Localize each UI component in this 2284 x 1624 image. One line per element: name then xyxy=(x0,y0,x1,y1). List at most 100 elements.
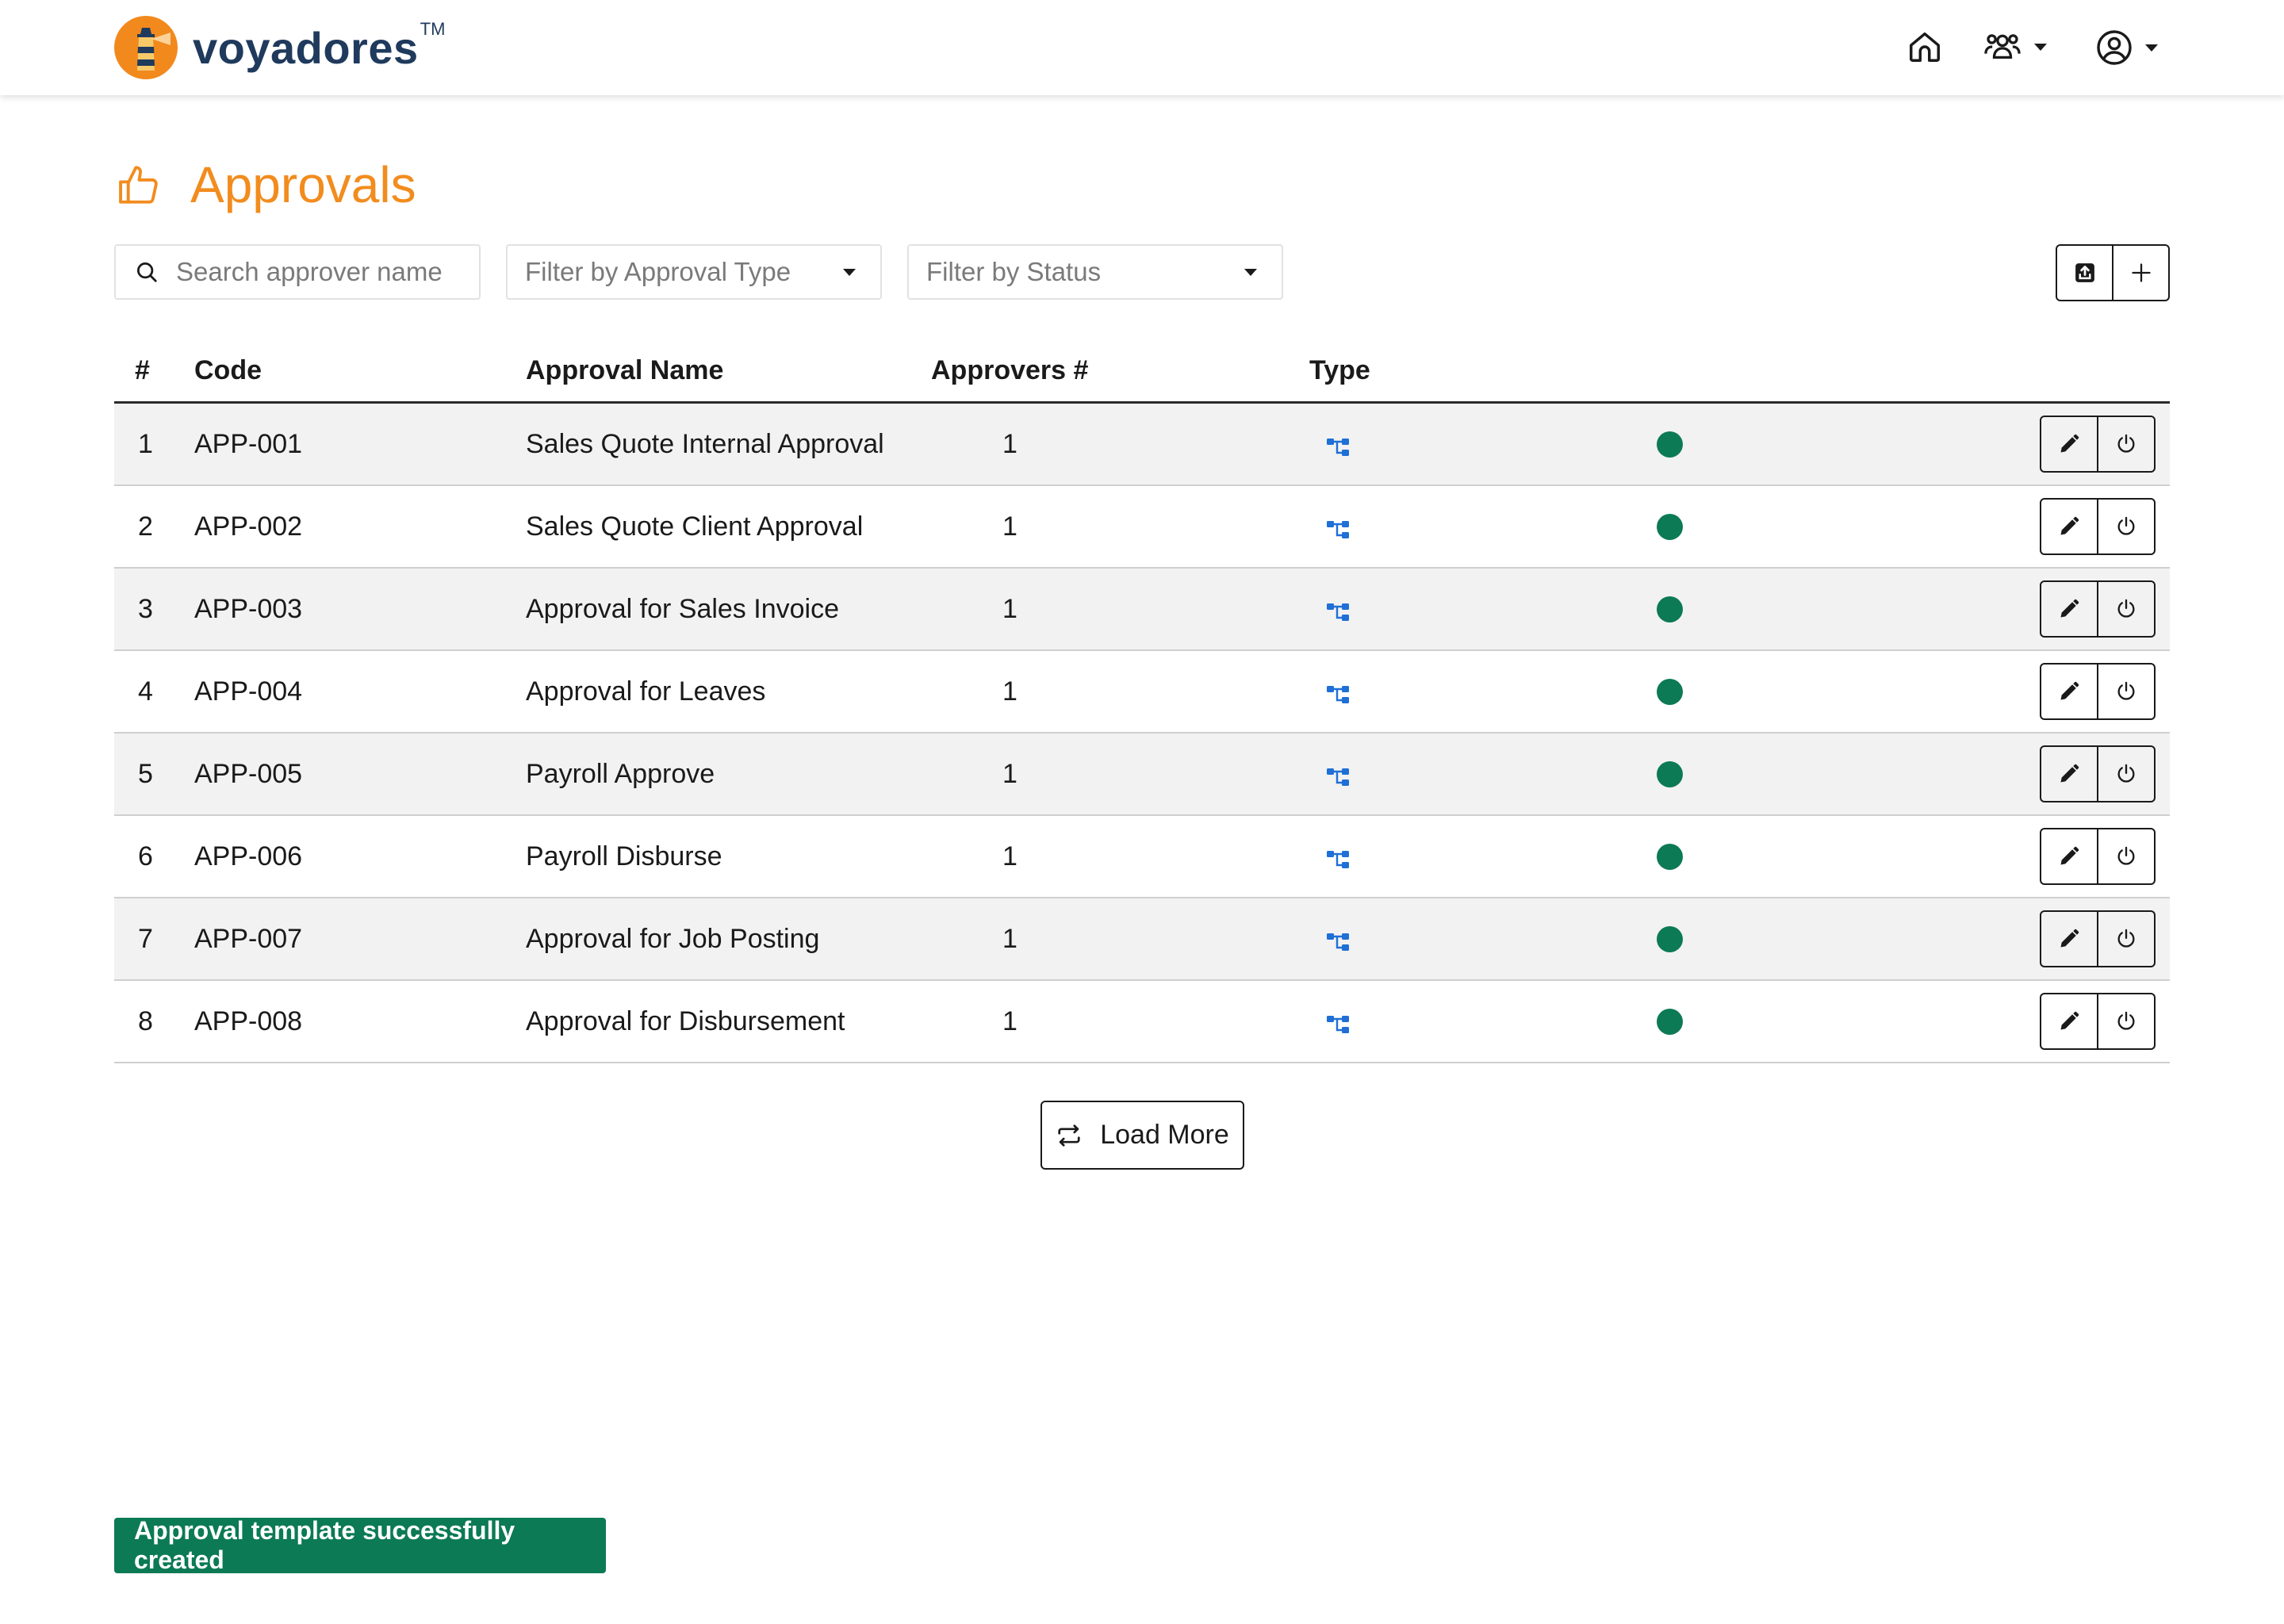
toggle-status-button[interactable] xyxy=(2097,912,2154,966)
row-number: 1 xyxy=(138,429,153,459)
table-row: 7 APP-007 Approval for Job Posting 1 xyxy=(114,898,2170,981)
table-row: 4 APP-004 Approval for Leaves 1 xyxy=(114,651,2170,733)
pencil-icon xyxy=(2060,681,2079,700)
toggle-status-button[interactable] xyxy=(2097,994,2154,1048)
row-number: 3 xyxy=(138,594,153,624)
row-number: 5 xyxy=(138,759,153,789)
row-approval-name: Approval for Sales Invoice xyxy=(526,594,839,624)
row-code: APP-003 xyxy=(194,594,303,624)
row-code: APP-001 xyxy=(194,429,303,459)
brand-trademark: TM xyxy=(420,19,446,39)
toggle-status-button[interactable] xyxy=(2097,500,2154,553)
toggle-status-button[interactable] xyxy=(2097,747,2154,801)
hierarchy-icon xyxy=(1326,435,1351,465)
row-approval-name: Sales Quote Internal Approval xyxy=(526,429,884,459)
teams-menu-button[interactable] xyxy=(1983,29,2048,65)
power-icon xyxy=(2117,681,2135,700)
hierarchy-icon xyxy=(1326,599,1351,630)
chevron-down-icon xyxy=(2145,44,2158,52)
page-header: Approvals xyxy=(116,155,416,214)
row-approval-name: Payroll Disburse xyxy=(526,841,722,871)
status-indicator-active xyxy=(1657,679,1683,705)
edit-button[interactable] xyxy=(2041,582,2097,636)
table-row: 3 APP-003 Approval for Sales Invoice 1 xyxy=(114,569,2170,651)
home-button[interactable] xyxy=(1907,29,1943,65)
row-code: APP-007 xyxy=(194,924,303,954)
row-approvers-count: 1 xyxy=(1002,594,1017,624)
row-approvers-count: 1 xyxy=(1002,1006,1017,1036)
export-button[interactable] xyxy=(2057,246,2112,300)
hierarchy-icon xyxy=(1326,1012,1351,1043)
page-title: Approvals xyxy=(190,156,416,213)
hierarchy-icon xyxy=(1326,847,1351,878)
search-input[interactable] xyxy=(174,256,463,288)
pencil-icon xyxy=(2060,1011,2079,1030)
status-indicator-active xyxy=(1657,761,1683,787)
pencil-icon xyxy=(2060,434,2079,453)
edit-button[interactable] xyxy=(2041,829,2097,883)
row-approvers-count: 1 xyxy=(1002,511,1017,542)
load-more-button[interactable]: Load More xyxy=(1040,1101,1244,1170)
power-icon xyxy=(2117,599,2135,618)
hierarchy-icon xyxy=(1326,764,1351,795)
row-approval-name: Sales Quote Client Approval xyxy=(526,511,864,542)
row-number: 7 xyxy=(138,924,153,954)
hierarchy-icon xyxy=(1326,929,1351,960)
users-group-icon xyxy=(1984,34,2021,59)
row-number: 2 xyxy=(138,511,153,542)
toggle-status-button[interactable] xyxy=(2097,417,2154,471)
table-row: 5 APP-005 Payroll Approve 1 xyxy=(114,733,2170,816)
power-icon xyxy=(2117,846,2135,865)
row-number: 4 xyxy=(138,676,153,707)
brand-logo-link[interactable]: voyadores TM xyxy=(113,14,445,81)
column-header-type: Type xyxy=(1309,355,1370,385)
edit-button[interactable] xyxy=(2041,912,2097,966)
row-approval-name: Payroll Approve xyxy=(526,759,715,789)
plus-icon xyxy=(2131,263,2151,282)
status-indicator-active xyxy=(1657,926,1683,952)
row-approvers-count: 1 xyxy=(1002,676,1017,707)
table-row: 6 APP-006 Payroll Disburse 1 xyxy=(114,816,2170,898)
toggle-status-button[interactable] xyxy=(2097,665,2154,718)
search-icon xyxy=(137,262,157,282)
toggle-status-button[interactable] xyxy=(2097,582,2154,636)
edit-button[interactable] xyxy=(2041,747,2097,801)
chevron-down-icon xyxy=(2034,44,2047,51)
power-icon xyxy=(2117,434,2135,453)
hierarchy-icon xyxy=(1326,682,1351,713)
status-indicator-active xyxy=(1657,514,1683,540)
approval-type-dropdown[interactable]: Filter by Approval Type xyxy=(506,244,882,300)
column-header-approvers: Approvers # xyxy=(931,355,1089,385)
status-dropdown[interactable]: Filter by Status xyxy=(907,244,1283,300)
column-header-approval-name: Approval Name xyxy=(526,355,724,385)
column-header-code: Code xyxy=(194,355,262,385)
row-number: 8 xyxy=(138,1006,153,1036)
table-row: 1 APP-001 Sales Quote Internal Approval … xyxy=(114,404,2170,486)
approval-type-dropdown-label: Filter by Approval Type xyxy=(525,257,791,286)
row-code: APP-006 xyxy=(194,841,303,871)
row-code: APP-002 xyxy=(194,511,303,542)
repeat-icon xyxy=(1058,1124,1080,1147)
load-more-label: Load More xyxy=(1100,1120,1229,1150)
row-approval-name: Approval for Disbursement xyxy=(526,1006,845,1036)
user-menu-button[interactable] xyxy=(2095,29,2159,67)
edit-button[interactable] xyxy=(2041,417,2097,471)
power-icon xyxy=(2117,764,2135,783)
hierarchy-icon xyxy=(1326,517,1351,548)
row-approvers-count: 1 xyxy=(1002,841,1017,871)
edit-button[interactable] xyxy=(2041,994,2097,1048)
edit-button[interactable] xyxy=(2041,665,2097,718)
row-approval-name: Approval for Leaves xyxy=(526,676,766,707)
row-code: APP-005 xyxy=(194,759,303,789)
add-approval-button[interactable] xyxy=(2112,246,2168,300)
row-actions xyxy=(2040,663,2156,720)
pencil-icon xyxy=(2060,929,2079,948)
chevron-down-icon xyxy=(1244,269,1257,276)
row-code: APP-004 xyxy=(194,676,303,707)
export-icon xyxy=(2075,263,2094,282)
edit-button[interactable] xyxy=(2041,500,2097,553)
toggle-status-button[interactable] xyxy=(2097,829,2154,883)
table-row: 2 APP-002 Sales Quote Client Approval 1 xyxy=(114,486,2170,569)
pencil-icon xyxy=(2060,846,2079,865)
lighthouse-logo-icon xyxy=(114,16,178,79)
